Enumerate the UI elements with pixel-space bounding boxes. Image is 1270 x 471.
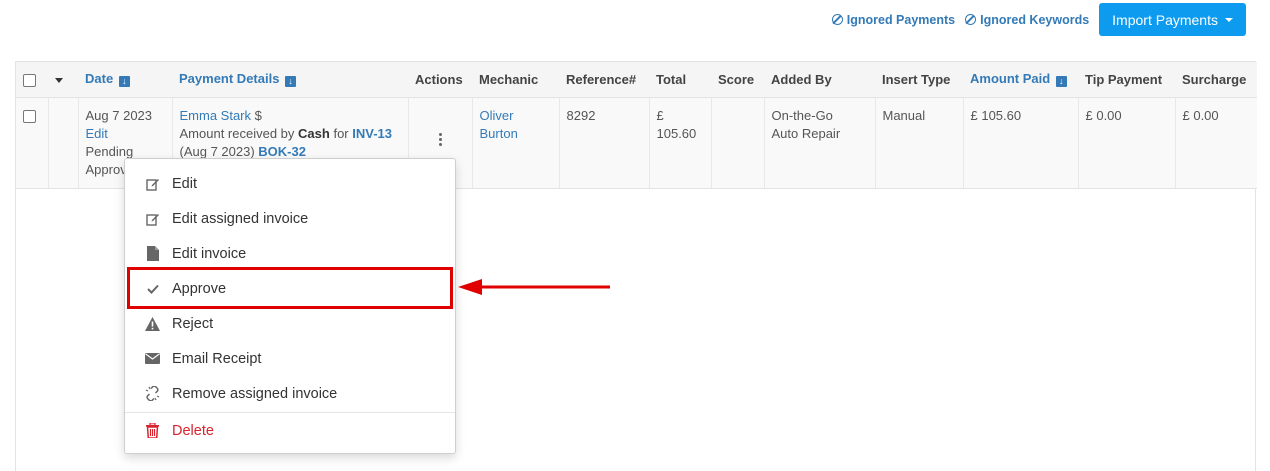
total-column-header: Total xyxy=(649,62,711,98)
import-payments-button[interactable]: Import Payments xyxy=(1099,3,1246,36)
insert-type-cell: Manual xyxy=(875,97,964,189)
menu-item-remove-assigned-invoice[interactable]: Remove assigned invoice xyxy=(125,376,455,411)
mechanic-cell: Oliver Burton xyxy=(472,97,560,189)
menu-item-label: Delete xyxy=(172,422,214,439)
ignored-keywords-link[interactable]: Ignored Keywords xyxy=(965,13,1089,27)
surcharge-column-header: Surcharge xyxy=(1175,62,1257,98)
ignored-keywords-label: Ignored Keywords xyxy=(980,12,1090,27)
bulk-actions-dropdown-icon[interactable] xyxy=(55,77,63,83)
ban-icon xyxy=(831,14,843,25)
import-payments-label: Import Payments xyxy=(1112,11,1218,28)
date-column-header[interactable]: Date ↓ xyxy=(78,62,172,98)
edit-icon xyxy=(145,176,160,191)
menu-item-label: Edit assigned invoice xyxy=(172,210,309,227)
caret-down-icon xyxy=(1225,17,1233,22)
mechanic-last-name: Burton xyxy=(479,125,518,141)
amount-paid-header-label: Amount Paid xyxy=(970,71,1051,87)
tip-payment-column-header: Tip Payment xyxy=(1078,62,1175,98)
bulk-actions-header xyxy=(48,62,78,98)
detail-prefix: Amount received by xyxy=(179,125,295,141)
detail-for: for xyxy=(333,125,349,141)
edit-icon xyxy=(145,211,160,226)
menu-item-edit-assigned-invoice[interactable]: Edit assigned invoice xyxy=(125,201,455,236)
amount-paid-column-header[interactable]: Amount Paid ↓ xyxy=(963,62,1078,98)
score-column-header: Score xyxy=(711,62,764,98)
row-spacer-cell xyxy=(48,97,79,189)
currency-symbol: $ xyxy=(254,107,262,123)
select-all-checkbox[interactable] xyxy=(23,73,36,87)
tip-payment-cell: £ 0.00 xyxy=(1078,97,1176,189)
customer-link[interactable]: Emma Stark xyxy=(180,108,252,123)
payment-method: Cash xyxy=(298,125,330,141)
edit-date-link[interactable]: Edit xyxy=(86,125,165,143)
menu-item-delete[interactable]: Delete xyxy=(125,413,455,448)
ban-icon xyxy=(965,14,977,25)
warning-icon xyxy=(145,316,160,331)
select-all-header xyxy=(16,62,48,98)
ignored-payments-label: Ignored Payments xyxy=(846,12,956,27)
added-by-cell: On-the-Go Auto Repair xyxy=(764,97,876,189)
booking-link[interactable]: BOK-32 xyxy=(258,144,306,159)
pointer-arrow-icon xyxy=(458,279,610,295)
invoice-date: (Aug 7 2023) xyxy=(179,143,255,159)
table-header-row: Date ↓ Payment Details ↓ Actions Mechani… xyxy=(16,62,1257,98)
invoice-link[interactable]: INV-13 xyxy=(352,126,392,141)
row-select-cell xyxy=(16,97,49,189)
payment-details-column-header[interactable]: Payment Details ↓ xyxy=(172,62,408,98)
menu-item-edit-invoice[interactable]: Edit invoice xyxy=(125,236,455,271)
total-currency: £ xyxy=(656,107,664,123)
menu-item-label: Reject xyxy=(172,315,214,332)
reference-column-header: Reference# xyxy=(559,62,649,98)
check-icon xyxy=(145,281,160,296)
ignored-payments-link[interactable]: Ignored Payments xyxy=(831,12,956,27)
mechanic-first-name: Oliver xyxy=(479,107,514,123)
insert-type-column-header: Insert Type xyxy=(875,62,963,98)
added-by-line: Auto Repair xyxy=(771,125,841,141)
mechanic-link[interactable]: Oliver Burton xyxy=(480,107,552,143)
menu-item-reject[interactable]: Reject xyxy=(125,306,455,341)
reference-cell: 8292 xyxy=(559,97,650,189)
menu-item-label: Edit xyxy=(172,175,197,192)
unlink-icon xyxy=(145,386,160,401)
payment-date: Aug 7 2023 xyxy=(85,107,153,123)
menu-item-label: Email Receipt xyxy=(172,350,262,367)
envelope-icon xyxy=(145,351,160,366)
amount-paid-cell: £ 105.60 xyxy=(963,97,1079,189)
menu-item-label: Approve xyxy=(172,280,227,297)
total-value: 105.60 xyxy=(656,125,697,141)
mechanic-column-header: Mechanic xyxy=(472,62,559,98)
date-header-label: Date xyxy=(85,71,114,87)
row-checkbox[interactable] xyxy=(23,109,36,123)
total-cell: £ 105.60 xyxy=(649,97,712,189)
menu-item-approve[interactable]: Approve xyxy=(125,271,455,306)
sort-icon: ↓ xyxy=(118,76,130,88)
row-actions-menu: Edit Edit assigned invoice Edit invoice … xyxy=(124,158,456,454)
menu-item-label: Remove assigned invoice xyxy=(172,385,338,402)
added-by-column-header: Added By xyxy=(764,62,875,98)
actions-column-header: Actions xyxy=(408,62,472,98)
added-by-line: On-the-Go xyxy=(771,107,833,123)
sort-icon: ↓ xyxy=(1055,76,1067,88)
trash-icon xyxy=(145,423,160,438)
menu-item-edit[interactable]: Edit xyxy=(125,166,455,201)
file-icon xyxy=(145,246,160,261)
payment-details-header-label: Payment Details xyxy=(179,71,280,87)
toolbar: Ignored Payments Ignored Keywords Import… xyxy=(831,3,1246,36)
menu-item-email-receipt[interactable]: Email Receipt xyxy=(125,341,455,376)
menu-item-label: Edit invoice xyxy=(172,245,247,262)
surcharge-cell: £ 0.00 xyxy=(1175,97,1257,189)
more-vertical-icon[interactable] xyxy=(436,132,444,146)
score-cell xyxy=(711,97,765,189)
sort-icon: ↓ xyxy=(285,76,297,88)
